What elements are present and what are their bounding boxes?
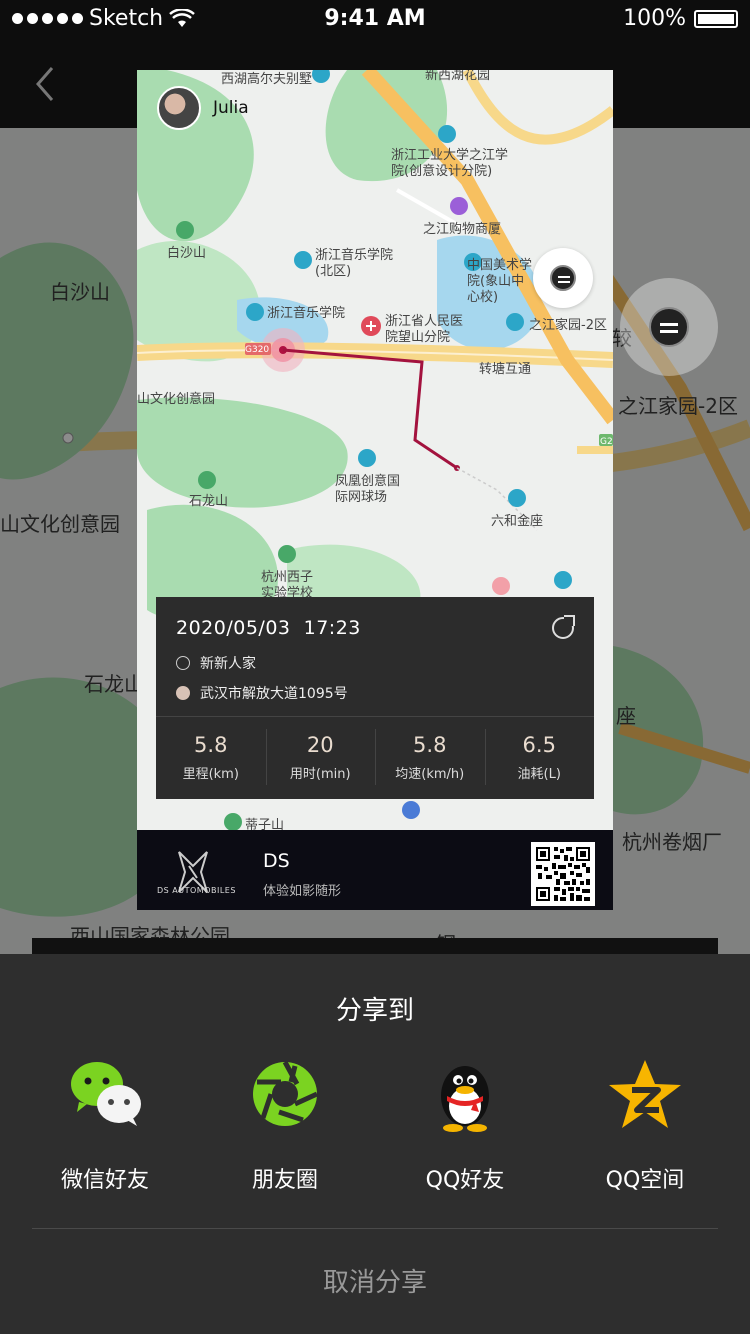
share-sheet-title: 分享到 <box>335 996 414 1026</box>
trip-stats: 5.8 里程(km) 20 用时(min) 5.8 均速(km/h) 6.5 油… <box>156 717 594 799</box>
brand-slogan: 体验如影随形 <box>263 884 342 899</box>
stat-unit: 油耗(L) <box>517 767 561 782</box>
switch-route-button[interactable] <box>620 278 718 376</box>
qq-icon <box>441 1066 489 1132</box>
share-target-label: QQ空间 <box>605 1168 685 1193</box>
share-target-label: 朋友圈 <box>251 1168 318 1193</box>
battery-status: 100% <box>623 6 738 31</box>
swap-icon <box>550 265 576 291</box>
status-bar: Sketch 9:41 AM 100% <box>0 0 750 40</box>
share-moments-button[interactable]: 朋友圈 <box>195 1054 375 1194</box>
map-label: 浙江省人民医院望山分院 <box>385 314 464 345</box>
swap-icon <box>649 307 689 347</box>
trip-summary-panel: 2020/05/03 17:23 新新人家 武汉市解放大道1095号 5.8 里… <box>156 597 594 799</box>
map-label: 浙江音乐学院 <box>267 306 346 321</box>
map-label: 之江家园-2区 <box>529 318 607 333</box>
stat-value: 20 <box>306 733 334 757</box>
map-label: 山文化创意园 <box>137 392 216 407</box>
map-label: 白沙山 <box>167 246 207 261</box>
back-chevron-icon[interactable] <box>28 60 64 108</box>
trip-share-card: 西湖高尔夫别墅 新西湖花园 浙江工业大学之江学院(创意设计分院) 之江购物商厦 … <box>137 70 613 910</box>
map-label: 石龙山 <box>189 494 229 509</box>
share-target-label: 微信好友 <box>60 1168 149 1193</box>
map-label: 凤凰创意国际网球场 <box>335 474 401 505</box>
road-shield: G2 <box>600 437 613 447</box>
qzone-icon <box>609 1060 681 1128</box>
trip-date: 2020/05/03 <box>176 617 291 639</box>
share-targets: 微信好友 朋友圈 QQ好友 QQ空间 <box>0 1054 750 1193</box>
share-target-label: QQ好友 <box>425 1168 505 1193</box>
card-swap-button <box>533 248 593 308</box>
share-qq-button[interactable]: QQ好友 <box>375 1054 555 1194</box>
share-wechat-button[interactable]: 微信好友 <box>15 1054 195 1194</box>
divider <box>32 1228 718 1229</box>
trip-start: 新新人家 <box>176 653 256 673</box>
stat-fuel: 6.5 油耗(L) <box>484 717 595 799</box>
user-info: Julia <box>157 86 249 130</box>
start-address: 新新人家 <box>200 656 256 672</box>
share-sheet: 分享到 微信好友 朋友圈 QQ好友 QQ空间 取消分享 <box>0 954 750 1334</box>
trip-time: 17:23 <box>303 617 361 639</box>
stat-unit: 用时(min) <box>289 767 351 782</box>
stat-avg-speed: 5.8 均速(km/h) <box>375 717 485 799</box>
battery-icon <box>694 9 738 28</box>
brand-footer: DS AUTOMOBILES DS 体验如影随形 <box>137 830 613 910</box>
battery-percent: 100% <box>623 6 686 31</box>
stat-unit: 均速(km/h) <box>395 767 465 782</box>
ds-logo-text: DS AUTOMOBILES <box>157 886 236 895</box>
map-label: 浙江音乐学院(北区) <box>315 248 394 279</box>
end-point-icon <box>176 686 190 700</box>
map-label: 浙江工业大学之江学院(创意设计分院) <box>391 148 509 179</box>
brand-name: DS <box>263 850 290 872</box>
avatar <box>157 86 201 130</box>
map-label: 新西湖花园 <box>425 70 491 83</box>
stat-duration: 20 用时(min) <box>265 717 376 799</box>
qr-code <box>531 842 595 906</box>
trip-end: 武汉市解放大道1095号 <box>176 683 348 703</box>
user-name: Julia <box>213 98 249 118</box>
stat-distance: 5.8 里程(km) <box>156 717 266 799</box>
road-shield: G320 <box>245 345 270 355</box>
start-point-icon <box>176 656 190 670</box>
cancel-share-button[interactable]: 取消分享 <box>0 1262 750 1299</box>
moments-icon <box>253 1060 319 1126</box>
stat-value: 6.5 <box>522 733 556 757</box>
stat-value: 5.8 <box>413 733 447 757</box>
map-label: 转塘互通 <box>479 362 532 377</box>
map-label: 中国美术学院(象山中心校) <box>467 258 533 305</box>
end-address: 武汉市解放大道1095号 <box>200 686 348 702</box>
share-qzone-button[interactable]: QQ空间 <box>555 1054 735 1194</box>
wechat-icon <box>71 1062 141 1126</box>
stat-value: 5.8 <box>194 733 228 757</box>
map-label: 六和金座 <box>491 514 544 529</box>
trip-datetime: 2020/05/03 17:23 <box>176 617 361 639</box>
map-label: 之江购物商厦 <box>423 222 502 237</box>
stat-unit: 里程(km) <box>182 767 239 782</box>
share-icon <box>552 615 575 639</box>
